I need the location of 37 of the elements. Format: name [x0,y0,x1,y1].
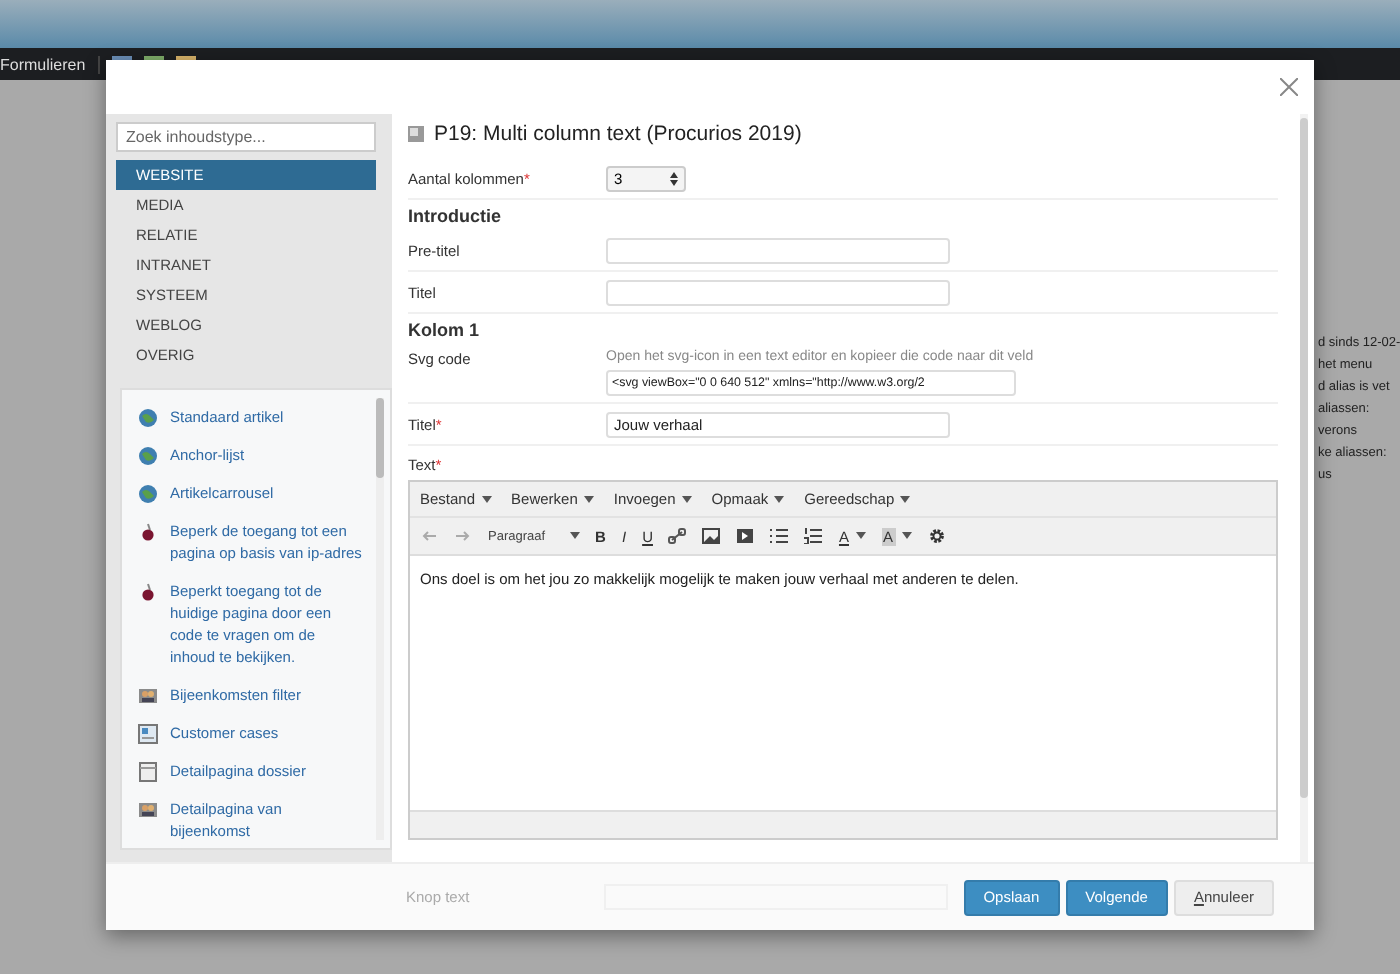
pin-icon [138,582,158,602]
page-icon [138,762,158,782]
numbered-list-icon[interactable] [804,528,823,544]
caret-icon [681,495,692,503]
nav-item[interactable]: Formulieren [0,55,100,73]
media-icon[interactable] [736,528,755,544]
link-icon[interactable] [668,528,687,544]
bullet-list-icon[interactable] [770,528,789,544]
scrollbar-thumb[interactable] [376,398,384,478]
caret-icon [855,532,865,540]
pin-icon [138,522,158,542]
content-type-icon [408,126,424,142]
text-field[interactable] [606,279,950,305]
text-field[interactable] [606,237,950,263]
caret-icon [774,495,785,503]
people-icon [138,800,158,820]
card-icon [138,724,158,744]
caret-icon [569,532,580,540]
image-icon[interactable] [702,528,721,544]
caret-icon [900,495,911,503]
people-icon [138,686,158,706]
settings-icon[interactable] [927,528,946,544]
search-field[interactable]: Zoek inhoudstype... [116,122,376,152]
scrollbar-thumb[interactable] [1300,118,1308,798]
caret-icon [583,495,594,503]
caret-icon [481,495,492,503]
redo-icon[interactable] [454,528,472,544]
section-heading: Introductie [408,204,503,230]
caret-icon [901,532,912,540]
dialog-title: P19: Multi column text (Procurios 2019) [434,122,802,146]
globe-icon [138,446,158,466]
globe-icon [138,408,158,428]
stepper-arrows-icon [670,171,678,185]
globe-icon [138,484,158,504]
section-heading: Kolom 1 [408,318,482,344]
close-icon[interactable] [1280,78,1298,96]
undo-icon[interactable] [420,528,438,544]
